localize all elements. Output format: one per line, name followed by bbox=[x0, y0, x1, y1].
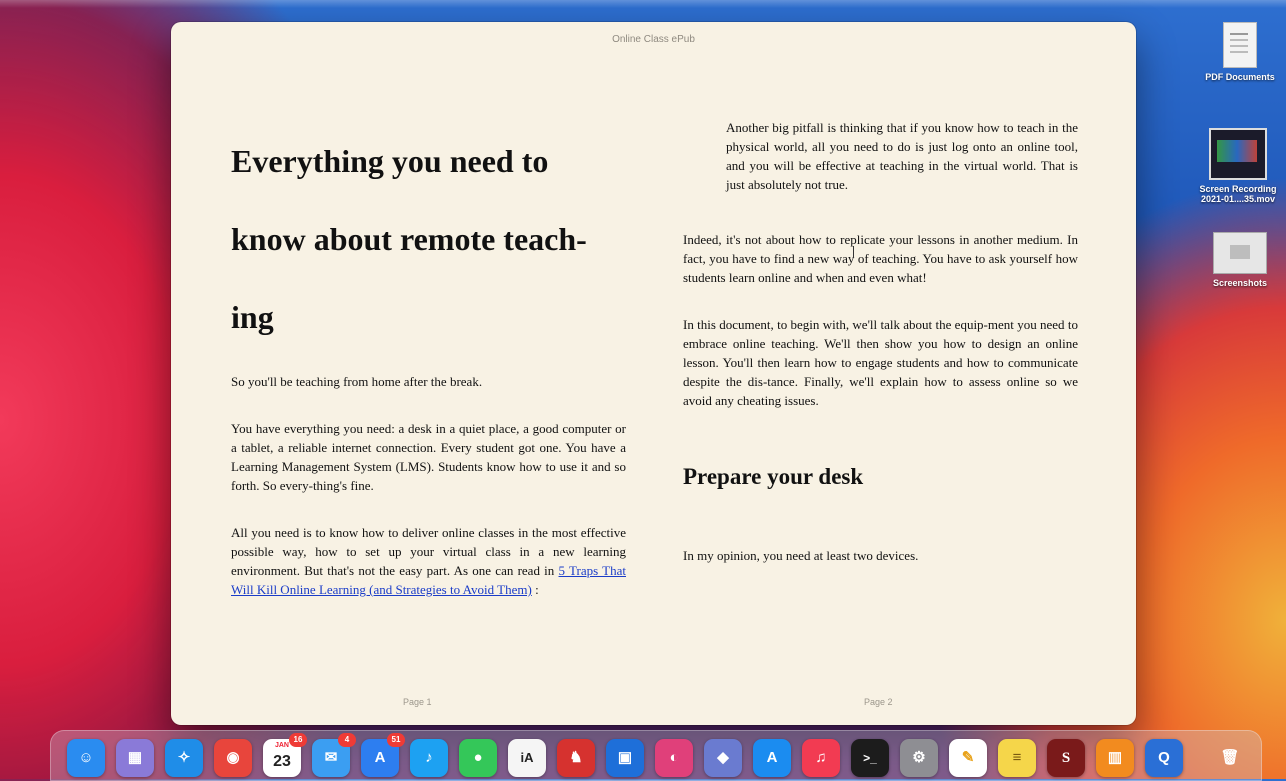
app-store-icon[interactable]: A 51 bbox=[361, 733, 405, 777]
desktop-item-pdf-documents[interactable]: PDF Documents bbox=[1190, 22, 1286, 82]
page-number-right: Page 2 bbox=[864, 697, 893, 707]
messages-icon[interactable]: ● bbox=[459, 739, 497, 777]
quicktime-icon[interactable]: Q bbox=[1145, 739, 1183, 777]
heading-line: know about remote teach- bbox=[231, 221, 587, 257]
terminal-icon[interactable]: >_ bbox=[851, 739, 889, 777]
screenshots-folder-icon bbox=[1213, 232, 1267, 274]
bear-icon[interactable]: ♞ bbox=[557, 739, 595, 777]
video-file-icon bbox=[1209, 128, 1267, 180]
paragraph: All you need is to know how to deliver o… bbox=[231, 523, 626, 599]
color-picker-icon[interactable]: ◐ bbox=[655, 739, 693, 777]
calendar-icon[interactable]: JAN 23 16 bbox=[263, 733, 307, 777]
chapter-heading: Everything you need to know about remote… bbox=[231, 122, 626, 356]
window-title: Online Class ePub bbox=[612, 34, 695, 45]
paragraph: You have everything you need: a desk in … bbox=[231, 421, 626, 493]
paragraph: In my opinion, you need at least two dev… bbox=[683, 548, 919, 563]
ia-writer-icon[interactable]: iA bbox=[508, 739, 546, 777]
page-number-left: Page 1 bbox=[403, 697, 432, 707]
safari-icon[interactable]: ✧ bbox=[165, 739, 203, 777]
epub-reader-window: Online Class ePub Everything you need to… bbox=[171, 22, 1136, 725]
page-left: Everything you need to know about remote… bbox=[231, 122, 626, 599]
trash-icon[interactable]: 🗑 bbox=[1211, 739, 1249, 777]
desktop-item-screenshots[interactable]: Screenshots bbox=[1190, 232, 1286, 288]
finder-icon[interactable]: ☺ bbox=[67, 739, 105, 777]
app-store-glyph: A bbox=[374, 749, 386, 766]
dock: ☺ ▦ ✧ ◉ JAN 23 16 ✉ 4 A 51 ♪ ● iA ♞ ▣ ◐ … bbox=[50, 730, 1262, 781]
block-quote: Another big pitfall is thinking that if … bbox=[726, 120, 1078, 192]
paragraph: Indeed, it's not about how to replicate … bbox=[683, 232, 1078, 285]
menu-bar bbox=[0, 0, 1286, 8]
chrome-icon[interactable]: ◉ bbox=[214, 739, 252, 777]
archive-icon[interactable]: ◆ bbox=[704, 739, 742, 777]
text-cursor bbox=[853, 246, 856, 258]
heading-line: ing bbox=[231, 299, 274, 335]
notes-icon[interactable]: ≡ bbox=[998, 739, 1036, 777]
system-preferences-icon[interactable]: ⚙ bbox=[900, 739, 938, 777]
twitter-icon[interactable]: ♪ bbox=[410, 739, 448, 777]
calendar-badge: 16 bbox=[289, 733, 307, 747]
scrivener-icon[interactable]: S bbox=[1047, 739, 1085, 777]
mail-badge: 4 bbox=[338, 733, 356, 747]
app-store-badge: 51 bbox=[387, 733, 405, 747]
mail-glyph: ✉ bbox=[324, 749, 338, 766]
desktop-item-label: PDF Documents bbox=[1205, 72, 1275, 82]
link-suffix: : bbox=[531, 582, 539, 597]
xcode-icon[interactable]: A bbox=[753, 739, 791, 777]
page-right: Another big pitfall is thinking that if … bbox=[683, 118, 1078, 565]
pdf-documents-folder-icon bbox=[1223, 22, 1257, 68]
music-icon[interactable]: ♫ bbox=[802, 739, 840, 777]
desktop-item-label: Screenshots bbox=[1212, 278, 1268, 288]
books-icon[interactable]: ▥ bbox=[1096, 739, 1134, 777]
screens-icon[interactable]: ▣ bbox=[606, 739, 644, 777]
heading-line: Everything you need to bbox=[231, 143, 549, 179]
desktop-item-screen-recording[interactable]: Screen Recording 2021-01....35.mov bbox=[1188, 128, 1286, 204]
desktop-item-label: Screen Recording 2021-01....35.mov bbox=[1199, 184, 1277, 204]
mail-icon[interactable]: ✉ 4 bbox=[312, 733, 356, 777]
paragraph: So you'll be teaching from home after th… bbox=[231, 374, 483, 389]
section-heading: Prepare your desk bbox=[683, 464, 864, 489]
launchpad-icon[interactable]: ▦ bbox=[116, 739, 154, 777]
pencil-app-icon[interactable]: ✎ bbox=[949, 739, 987, 777]
paragraph: In this document, to begin with, we'll t… bbox=[683, 317, 1078, 408]
